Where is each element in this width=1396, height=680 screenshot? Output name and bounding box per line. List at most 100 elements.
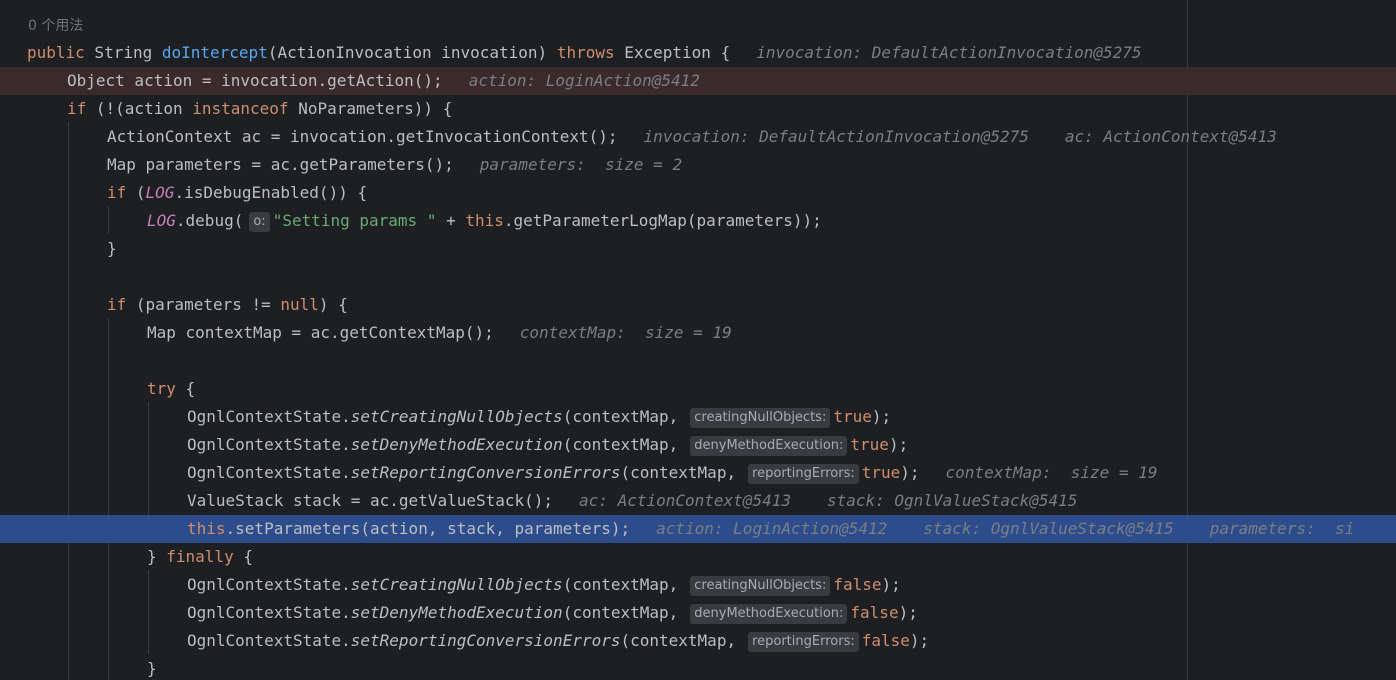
code-text: OgnlContextState.: [187, 631, 351, 650]
code-text: );: [909, 631, 930, 650]
code-line[interactable]: OgnlContextState.setDenyMethodExecution(…: [0, 431, 1396, 459]
code-text: );: [900, 463, 920, 482]
code-text: Map parameters = ac.getParameters();: [107, 155, 454, 174]
code-text: (contextMap,: [620, 631, 737, 650]
code-text: );: [888, 435, 909, 454]
parameter-hint: reportingErrors:: [748, 464, 859, 484]
code-text: String: [84, 43, 162, 62]
code-line[interactable]: ActionContext ac = invocation.getInvocat…: [0, 123, 1396, 151]
keyword: true: [850, 435, 889, 454]
keyword: false: [861, 631, 910, 650]
inline-debug-value[interactable]: stack: OgnlValueStack@5415: [827, 491, 1077, 510]
code-line[interactable]: LOG.debug(o: "Setting params " + this.get…: [0, 207, 1396, 235]
code-line[interactable]: OgnlContextState.setDenyMethodExecution(…: [0, 599, 1396, 627]
code-text: {: [233, 547, 253, 566]
code-line[interactable]: if (!(action instanceof NoParameters)) {: [0, 95, 1396, 123]
code-text: (contextMap,: [562, 407, 679, 426]
code-line-method-declaration[interactable]: public String doIntercept(ActionInvocati…: [0, 39, 1396, 67]
code-line[interactable]: ValueStack stack = ac.getValueStack(); ac…: [0, 487, 1396, 515]
keyword: this: [465, 211, 504, 230]
keyword: public: [27, 43, 85, 62]
parameter-hint: o:: [249, 212, 270, 232]
code-text: OgnlContextState.: [187, 575, 351, 594]
inline-debug-value[interactable]: action: LoginAction@5412: [656, 519, 887, 538]
parameter-hint: reportingErrors:: [748, 632, 859, 652]
code-text: (contextMap,: [562, 575, 679, 594]
code-line[interactable]: OgnlContextState.setReportingConversionE…: [0, 459, 1396, 487]
code-text: ValueStack stack = ac.getValueStack();: [187, 491, 554, 510]
code-text: (!(action: [86, 99, 193, 118]
parameter-hint: creatingNullObjects:: [690, 408, 831, 428]
code-line[interactable]: }: [0, 655, 1396, 680]
inline-debug-value[interactable]: action: LoginAction@5412: [469, 71, 700, 90]
code-line[interactable]: } finally {: [0, 543, 1396, 571]
code-text: Exception {: [614, 43, 731, 62]
code-text: .debug(: [175, 211, 244, 230]
code-text: OgnlContextState.: [187, 463, 351, 482]
code-line[interactable]: OgnlContextState.setCreatingNullObjects(…: [0, 403, 1396, 431]
inline-debug-value[interactable]: parameters: si: [1210, 519, 1355, 538]
parameter-hint: denyMethodExecution:: [690, 436, 848, 456]
code-text: (: [126, 183, 146, 202]
inline-debug-value[interactable]: ac: ActionContext@5413: [1065, 127, 1277, 146]
code-text: (contextMap,: [562, 435, 679, 454]
static-method: setDenyMethodExecution: [350, 603, 563, 622]
static-field: LOG: [145, 183, 175, 202]
code-text: Map contextMap = ac.getContextMap();: [147, 323, 494, 342]
inline-debug-value[interactable]: stack: OgnlValueStack@5415: [923, 519, 1173, 538]
code-line[interactable]: }: [0, 235, 1396, 263]
code-line[interactable]: try {: [0, 375, 1396, 403]
parameter-hint: creatingNullObjects:: [690, 576, 831, 596]
keyword: if: [107, 183, 127, 202]
static-method: setReportingConversionErrors: [350, 463, 621, 482]
code-line-current-execution[interactable]: this.setParameters(action, stack, parame…: [0, 515, 1396, 543]
code-text: +: [436, 211, 466, 230]
static-method: setCreatingNullObjects: [350, 575, 563, 594]
code-text: (parameters !=: [126, 295, 281, 314]
keyword: throws: [556, 43, 615, 62]
code-text: .getParameterLogMap(parameters));: [503, 211, 822, 230]
code-line[interactable]: Map contextMap = ac.getContextMap(); cont…: [0, 319, 1396, 347]
keyword: try: [147, 379, 176, 398]
code-line[interactable]: Map parameters = ac.getParameters(); para…: [0, 151, 1396, 179]
code-line[interactable]: if (parameters != null) {: [0, 291, 1396, 319]
code-line-breakpoint[interactable]: Object action = invocation.getAction(); a…: [0, 67, 1396, 95]
code-text: OgnlContextState.: [187, 407, 351, 426]
code-editor[interactable]: 0 个用法 public String doIntercept(ActionIn…: [0, 0, 1396, 680]
parameter-hint: denyMethodExecution:: [690, 604, 848, 624]
inline-debug-value[interactable]: contextMap: size = 19: [520, 323, 732, 342]
code-line[interactable]: OgnlContextState.setReportingConversionE…: [0, 627, 1396, 655]
keyword: if: [107, 295, 127, 314]
string-literal: "Setting params ": [272, 211, 437, 230]
inline-debug-value[interactable]: ac: ActionContext@5413: [579, 491, 791, 510]
static-method: setCreatingNullObjects: [350, 407, 563, 426]
keyword: this: [187, 519, 226, 538]
code-text: (ActionInvocation invocation): [267, 43, 557, 62]
code-text: .setParameters(action, stack, parameters…: [225, 519, 631, 538]
code-text: );: [881, 575, 901, 594]
code-text: .isDebugEnabled()) {: [174, 183, 368, 202]
code-text: (contextMap,: [562, 603, 679, 622]
code-text: ActionContext ac = invocation.getInvocat…: [107, 127, 618, 146]
code-text: {: [175, 379, 196, 398]
code-text: NoParameters)) {: [288, 99, 453, 118]
keyword: if: [67, 99, 87, 118]
inline-debug-value[interactable]: contextMap: size = 19: [946, 463, 1158, 482]
code-text: }: [107, 239, 117, 258]
code-text: );: [898, 603, 918, 622]
code-text: ) {: [318, 295, 348, 314]
keyword: null: [280, 295, 319, 314]
usages-hint[interactable]: 0 个用法: [28, 14, 83, 38]
inline-debug-value[interactable]: parameters: size = 2: [480, 155, 682, 174]
code-text: }: [147, 547, 167, 566]
keyword: false: [850, 603, 899, 622]
code-text: }: [147, 659, 157, 678]
inline-debug-value[interactable]: invocation: DefaultActionInvocation@5275: [644, 127, 1029, 146]
code-line[interactable]: if (LOG.isDebugEnabled()) {: [0, 179, 1396, 207]
keyword: true: [833, 407, 872, 426]
code-line[interactable]: OgnlContextState.setCreatingNullObjects(…: [0, 571, 1396, 599]
inline-debug-value[interactable]: invocation: DefaultActionInvocation@5275: [756, 43, 1141, 62]
keyword: finally: [166, 547, 234, 566]
static-method: setReportingConversionErrors: [350, 631, 621, 650]
method-name[interactable]: doIntercept: [162, 43, 268, 62]
